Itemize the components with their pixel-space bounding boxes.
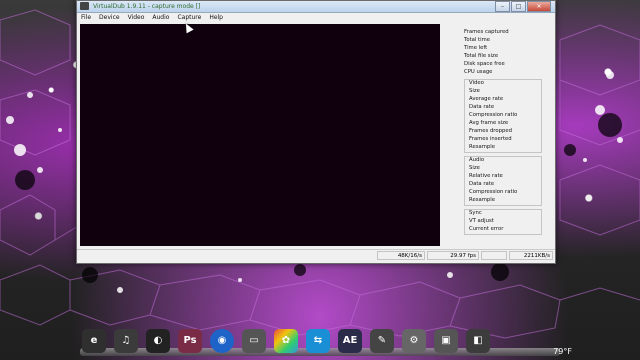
audio-stat-relative-rate: Relative rate (469, 173, 503, 179)
dock-player-icon[interactable]: ◐ (146, 329, 170, 353)
stat-time-left: Time left (464, 45, 488, 51)
window-title: VirtualDub 1.9.11 - capture mode [] (93, 3, 201, 10)
video-stats-group: Video Size Average rate Data rate Compre… (464, 79, 542, 153)
menu-bar: File Device Video Audio Capture Help (77, 13, 555, 23)
audio-stat-resample: Resample (469, 197, 495, 203)
video-stat-average-rate: Average rate (469, 96, 504, 102)
status-fps: 29.97 fps (427, 251, 479, 260)
minimize-button[interactable]: – (495, 1, 510, 12)
dock-browser-icon[interactable]: ◉ (210, 329, 234, 353)
dock-settings-icon[interactable]: ⚙ (402, 329, 426, 353)
status-data-rate: 2211KB/s (509, 251, 553, 260)
dock-media-icon[interactable]: ▣ (434, 329, 458, 353)
video-stat-resample: Resample (469, 144, 495, 150)
dock-virtualdub-icon[interactable]: ▭ (242, 329, 266, 353)
maximize-button[interactable]: □ (511, 1, 526, 12)
dock-taskbar: e ♫ ◐ Ps ◉ ▭ ✿ ⇆ AE ✎ ⚙ ▣ ◧ 79°F (60, 322, 580, 360)
stat-total-time: Total time (464, 37, 491, 43)
menu-video[interactable]: Video (124, 13, 149, 23)
sync-stat-current-error: Current error (469, 226, 504, 232)
dock-ie-icon[interactable]: e (82, 329, 106, 353)
video-preview[interactable] (80, 24, 440, 246)
audio-group-title: Audio (469, 157, 485, 163)
stat-cpu-usage: CPU usage (464, 69, 493, 75)
close-button[interactable]: ✕ (527, 1, 551, 12)
video-stat-size: Size (469, 88, 480, 94)
weather-temperature: 79°F (553, 347, 572, 356)
menu-help[interactable]: Help (205, 13, 227, 23)
dock-colorful-icon[interactable]: ✿ (274, 329, 298, 353)
audio-stat-compression-ratio: Compression ratio (469, 189, 518, 195)
sync-stat-vt-adjust: VT adjust (469, 218, 494, 224)
stat-disk-space-free: Disk space free (464, 61, 505, 67)
stat-frames-captured: Frames captured (464, 29, 509, 35)
dock-teamviewer-icon[interactable]: ⇆ (306, 329, 330, 353)
status-audio-format: 48K/16/s (377, 251, 425, 260)
status-bar: 48K/16/s 29.97 fps 2211KB/s (77, 249, 555, 262)
dock-music-icon[interactable]: ♫ (114, 329, 138, 353)
video-group-title: Video (469, 80, 484, 86)
video-stat-frames-inserted: Frames inserted (469, 136, 512, 142)
video-stat-data-rate: Data rate (469, 104, 495, 110)
sync-stats-group: Sync VT adjust Current error (464, 209, 542, 235)
virtualdub-window: VirtualDub 1.9.11 - capture mode [] – □ … (76, 0, 556, 264)
menu-device[interactable]: Device (95, 13, 124, 23)
audio-stat-size: Size (469, 165, 480, 171)
sync-group-title: Sync (469, 210, 482, 216)
capture-stats-panel: Frames captured Total time Time left Tot… (464, 28, 550, 235)
video-stat-frames-dropped: Frames dropped (469, 128, 512, 134)
dock-trash-icon[interactable]: ◧ (466, 329, 490, 353)
audio-stats-group: Audio Size Relative rate Data rate Compr… (464, 156, 542, 206)
dock-edit-icon[interactable]: ✎ (370, 329, 394, 353)
stat-total-file-size: Total file size (464, 53, 499, 59)
title-bar[interactable]: VirtualDub 1.9.11 - capture mode [] – □ … (77, 1, 555, 13)
status-blank (481, 251, 507, 260)
dock-after-effects-icon[interactable]: AE (338, 329, 362, 353)
dock-photoshop-icon[interactable]: Ps (178, 329, 202, 353)
menu-file[interactable]: File (77, 13, 95, 23)
app-icon (80, 2, 89, 10)
audio-stat-data-rate: Data rate (469, 181, 495, 187)
video-stat-avg-frame-size: Avg frame size (469, 120, 509, 126)
menu-audio[interactable]: Audio (148, 13, 173, 23)
video-stat-compression-ratio: Compression ratio (469, 112, 518, 118)
